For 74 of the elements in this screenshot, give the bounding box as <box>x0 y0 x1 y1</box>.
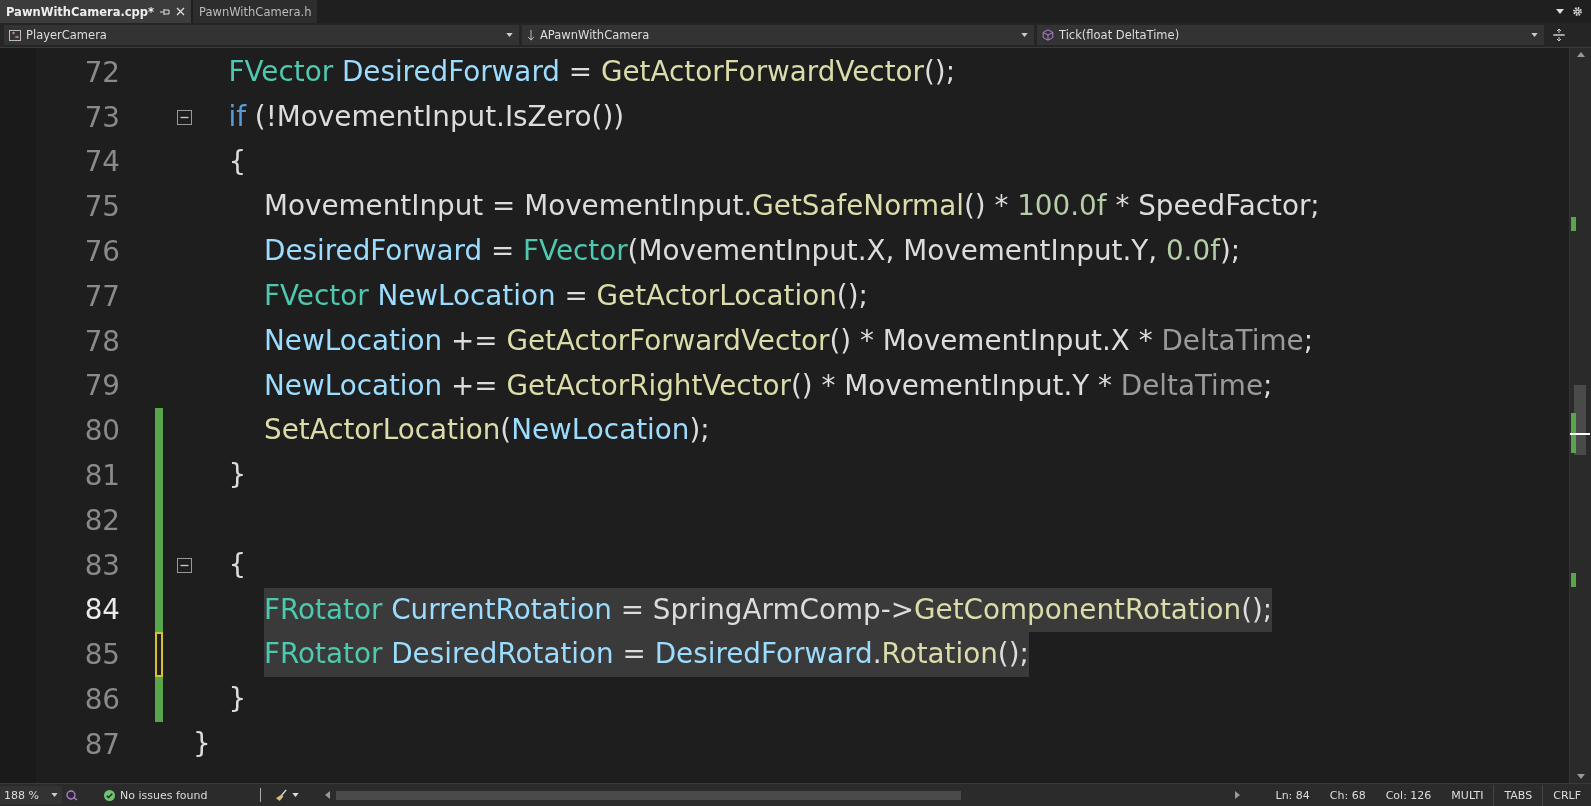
line-number: 87 <box>83 727 120 761</box>
scroll-right-icon[interactable] <box>1234 791 1240 799</box>
code-line: if (!MovementInput.IsZero()) <box>228 98 625 135</box>
code-line: } <box>193 725 211 762</box>
code-line: { <box>228 143 247 180</box>
change-marker <box>1571 413 1576 453</box>
line-number: 79 <box>83 369 120 403</box>
character-indicator[interactable]: Ch: 68 <box>1319 788 1376 802</box>
code-cleanup-button[interactable] <box>274 788 299 802</box>
line-number: 80 <box>83 414 120 448</box>
close-icon[interactable] <box>176 7 186 16</box>
scroll-up-icon[interactable] <box>1576 52 1585 57</box>
line-number: 73 <box>83 100 120 134</box>
dropdown-caret-icon <box>1021 33 1028 37</box>
code-line: SetActorLocation(NewLocation); <box>264 412 710 449</box>
scroll-down-icon[interactable] <box>1576 774 1585 779</box>
dropdown-caret-icon <box>50 793 58 797</box>
issues-indicator[interactable]: No issues found <box>103 788 254 802</box>
line-indicator[interactable]: Ln: 84 <box>1265 788 1320 802</box>
line-number: 74 <box>83 145 120 179</box>
collapse-icon[interactable] <box>177 109 192 125</box>
line-number: 77 <box>83 279 120 313</box>
member-name: Tick(float DeltaTime) <box>1059 28 1180 42</box>
file-tab[interactable]: PawnWithCamera.h <box>193 0 318 23</box>
caret-position-marker <box>1570 433 1590 435</box>
code-line: DesiredForward = FVector(MovementInput.X, MovementInput.Y, 0.0f); <box>264 233 1241 270</box>
indent-mode-indicator[interactable]: TABS <box>1493 784 1543 806</box>
line-number: 85 <box>83 638 120 672</box>
change-marker <box>1571 217 1576 231</box>
selection-mode-indicator[interactable]: MULTI <box>1441 788 1494 802</box>
code-line: MovementInput = MovementInput.GetSafeNormal() * 100.0f * SpeedFactor; <box>264 188 1320 225</box>
broom-icon <box>274 788 288 802</box>
scroll-left-icon[interactable] <box>324 791 330 799</box>
line-number: 84 <box>83 593 120 627</box>
code-line: FVector DesiredForward = GetActorForwardVector(); <box>228 54 956 90</box>
code-line: FVector NewLocation = GetActorLocation(); <box>264 278 868 314</box>
file-tab[interactable]: PawnWithCamera.cpp* <box>0 0 192 23</box>
line-number: 82 <box>83 503 120 537</box>
column-indicator[interactable]: Col: 126 <box>1375 788 1442 802</box>
scope-dropdown[interactable]: APawnWithCamera <box>522 25 1034 45</box>
settings-icon[interactable] <box>1572 6 1583 17</box>
scope-name: APawnWithCamera <box>540 28 650 42</box>
down-arrow-icon <box>527 29 535 41</box>
split-window-icon[interactable] <box>1553 29 1565 41</box>
code-line: NewLocation += GetActorRightVector() * MovementInput.Y * DeltaTime; <box>264 367 1273 404</box>
line-number: 78 <box>83 324 120 358</box>
line-endings-indicator[interactable]: CRLF <box>1542 784 1591 806</box>
line-number: 72 <box>83 55 120 89</box>
horizontal-scrollbar[interactable] <box>324 790 1240 800</box>
member-dropdown[interactable]: Tick(float DeltaTime) <box>1037 25 1544 45</box>
vertical-scrollbar[interactable] <box>1569 48 1591 783</box>
project-dropdown[interactable]: PlayerCamera <box>4 25 519 45</box>
zoom-dropdown[interactable]: 188 % <box>0 786 62 804</box>
line-number: 83 <box>83 548 120 582</box>
dropdown-caret-icon <box>291 793 299 797</box>
cube-icon <box>1042 29 1054 41</box>
scroll-thumb[interactable] <box>335 790 961 800</box>
code-line: } <box>228 681 247 718</box>
project-name: PlayerCamera <box>26 28 107 42</box>
dropdown-caret-icon[interactable] <box>1556 9 1564 14</box>
code-line: NewLocation += GetActorForwardVector() * MovementInput.X * DeltaTime; <box>264 322 1313 359</box>
check-icon <box>103 789 115 801</box>
collapse-icon[interactable] <box>177 557 192 573</box>
code-line: { <box>228 546 247 583</box>
code-line: } <box>228 457 247 494</box>
line-number: 76 <box>83 235 120 269</box>
line-number: 81 <box>83 459 120 493</box>
pin-icon[interactable] <box>160 7 171 16</box>
line-number: 75 <box>83 190 120 224</box>
dropdown-caret-icon <box>1531 33 1538 37</box>
dropdown-caret-icon <box>506 33 513 37</box>
project-icon <box>9 29 21 41</box>
change-marker <box>1571 573 1576 587</box>
line-number: 86 <box>83 683 120 717</box>
